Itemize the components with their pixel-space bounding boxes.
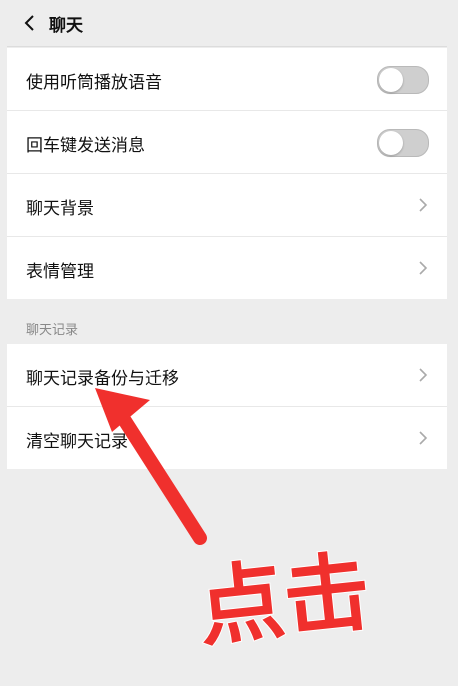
enter-send-label: 回车键发送消息 bbox=[26, 136, 145, 156]
backup-migrate-row[interactable]: 聊天记录备份与迁移 bbox=[7, 344, 447, 407]
backup-migrate-label: 聊天记录备份与迁移 bbox=[26, 369, 179, 389]
history-section-title: 聊天记录 bbox=[26, 323, 79, 338]
enter-send-row[interactable]: 回车键发送消息 bbox=[7, 111, 447, 174]
clear-history-label: 清空聊天记录 bbox=[26, 432, 128, 452]
toggle-knob bbox=[379, 68, 403, 92]
chevron-right-icon bbox=[419, 431, 428, 445]
toggle-knob bbox=[379, 131, 403, 155]
chat-background-label: 聊天背景 bbox=[26, 199, 94, 219]
clear-history-row[interactable]: 清空聊天记录 bbox=[7, 407, 447, 469]
sticker-manage-row[interactable]: 表情管理 bbox=[7, 237, 447, 299]
sticker-manage-label: 表情管理 bbox=[26, 262, 94, 282]
voice-earpiece-row[interactable]: 使用听筒播放语音 bbox=[7, 48, 447, 111]
top-bar: 聊天 bbox=[7, 0, 447, 47]
chat-history-group: 聊天记录备份与迁移 清空聊天记录 bbox=[7, 344, 447, 469]
chevron-left-icon[interactable] bbox=[21, 14, 39, 32]
voice-earpiece-label: 使用听筒播放语音 bbox=[26, 73, 162, 93]
chat-background-row[interactable]: 聊天背景 bbox=[7, 174, 447, 237]
chevron-right-icon bbox=[419, 198, 428, 212]
enter-send-toggle[interactable] bbox=[377, 129, 429, 157]
chat-settings-screen: 聊天 使用听筒播放语音 回车键发送消息 聊天背景 表情管理 聊天记录 聊天记录备… bbox=[7, 0, 447, 686]
chat-settings-group: 使用听筒播放语音 回车键发送消息 聊天背景 表情管理 bbox=[7, 48, 447, 299]
voice-earpiece-toggle[interactable] bbox=[377, 66, 429, 94]
chevron-right-icon bbox=[419, 368, 428, 382]
page-title: 聊天 bbox=[49, 16, 83, 36]
chevron-right-icon bbox=[419, 261, 428, 275]
